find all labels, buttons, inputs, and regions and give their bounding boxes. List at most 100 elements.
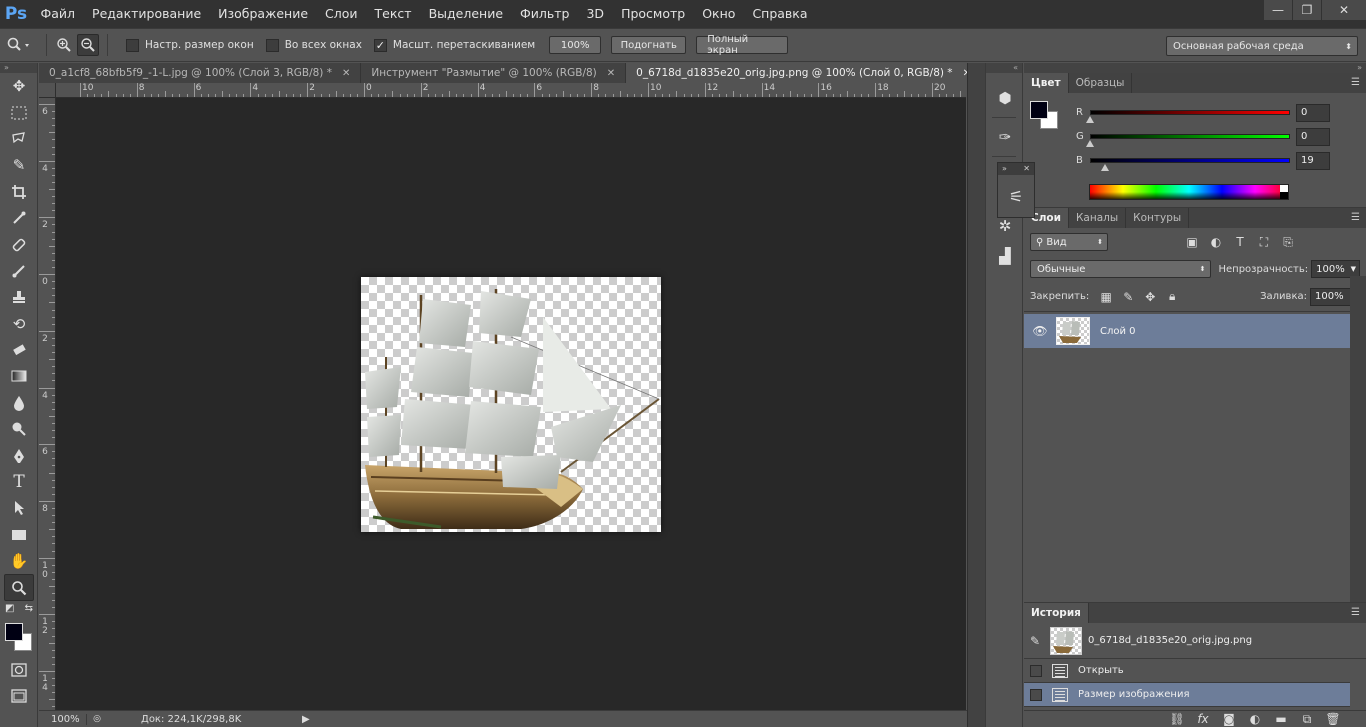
- menu-filter[interactable]: Фильтр: [512, 0, 578, 28]
- menu-view[interactable]: Просмотр: [613, 0, 694, 28]
- actual-pixels-button[interactable]: 100%: [549, 36, 601, 54]
- zoom-tool-preset-picker[interactable]: [0, 29, 40, 61]
- document-tab-active[interactable]: 0_6718d_d1835e20_orig.jpg.png @ 100% (Сл…: [626, 63, 982, 83]
- scrubby-zoom-checkbox[interactable]: ✓ Масшт. перетаскиванием: [374, 39, 535, 52]
- brush-tool-icon[interactable]: [0, 258, 38, 284]
- properties-icon[interactable]: ⚟: [998, 175, 1034, 217]
- collapse-icon[interactable]: »: [0, 63, 37, 73]
- lock-all-icon[interactable]: 🔒︎: [1161, 289, 1183, 304]
- green-value[interactable]: 0: [1296, 128, 1330, 146]
- black-white-swatch[interactable]: [1280, 185, 1288, 199]
- minimize-button[interactable]: —: [1264, 0, 1292, 20]
- history-item[interactable]: Открыть: [1024, 659, 1350, 683]
- move-tool-icon[interactable]: ✥: [0, 73, 38, 99]
- checkmark-icon[interactable]: ✓: [374, 39, 387, 52]
- menu-layer[interactable]: Слои: [317, 0, 367, 28]
- zoom-level[interactable]: 100%: [39, 714, 87, 725]
- marquee-tool-icon[interactable]: [0, 99, 38, 125]
- menu-select[interactable]: Выделение: [420, 0, 511, 28]
- history-source-box[interactable]: [1030, 689, 1042, 701]
- 3d-panel-icon[interactable]: ⬢: [986, 83, 1024, 113]
- swap-colors-icon[interactable]: ⇆: [25, 603, 33, 614]
- menu-3d[interactable]: 3D: [578, 0, 613, 28]
- red-track[interactable]: [1090, 110, 1290, 115]
- healing-brush-tool-icon[interactable]: [0, 231, 38, 257]
- lock-transparency-icon[interactable]: ▦: [1095, 290, 1117, 304]
- blue-track[interactable]: [1090, 158, 1290, 163]
- fill-screen-button[interactable]: Полный экран: [696, 36, 788, 54]
- link-layers-icon[interactable]: ⛓︎: [1164, 712, 1190, 726]
- path-selection-tool-icon[interactable]: [0, 495, 38, 521]
- document-tab[interactable]: 0_a1cf8_68bfb5f9_-1-L.jpg @ 100% (Слой 3…: [39, 63, 361, 83]
- menu-image[interactable]: Изображение: [210, 0, 317, 28]
- tab-channels[interactable]: Каналы: [1069, 208, 1126, 228]
- screen-mode-icon[interactable]: [0, 683, 38, 709]
- panel-menu-icon[interactable]: ☰: [1351, 607, 1360, 618]
- foreground-color-swatch[interactable]: [5, 623, 23, 641]
- crop-tool-icon[interactable]: [0, 179, 38, 205]
- menu-help[interactable]: Справка: [744, 0, 816, 28]
- eraser-tool-icon[interactable]: [0, 337, 38, 363]
- document-canvas[interactable]: [56, 98, 966, 710]
- lock-pixels-icon[interactable]: ✎: [1117, 290, 1139, 304]
- hand-tool-icon[interactable]: ✋: [0, 548, 38, 574]
- eyedropper-tool-icon[interactable]: [0, 205, 38, 231]
- type-tool-icon[interactable]: T: [0, 469, 38, 495]
- document-image[interactable]: [361, 277, 661, 532]
- fit-screen-button[interactable]: Подогнать: [611, 36, 686, 54]
- pixel-filter-icon[interactable]: ▣: [1180, 235, 1204, 250]
- history-brush-source-icon[interactable]: ✎: [1030, 634, 1050, 648]
- new-group-icon[interactable]: ▬: [1268, 712, 1294, 726]
- history-brush-tool-icon[interactable]: ⟲: [0, 311, 38, 337]
- layer-row[interactable]: 👁︎ Слой 0: [1024, 314, 1350, 348]
- histogram-icon[interactable]: ▟: [986, 241, 1024, 271]
- layer-style-icon[interactable]: fx: [1190, 712, 1216, 726]
- tab-paths[interactable]: Контуры: [1126, 208, 1189, 228]
- status-menu-arrow-icon[interactable]: ▶: [302, 714, 310, 725]
- all-windows-checkbox[interactable]: Во всех окнах: [266, 39, 362, 52]
- zoom-in-icon[interactable]: [53, 34, 75, 56]
- layer-filter-select[interactable]: ⚲ Вид ⬍: [1030, 233, 1108, 251]
- menu-edit[interactable]: Редактирование: [84, 0, 210, 28]
- gradient-tool-icon[interactable]: [0, 363, 38, 389]
- tab-swatches[interactable]: Образцы: [1069, 73, 1133, 93]
- red-knob[interactable]: [1086, 116, 1094, 123]
- close-tab-icon[interactable]: ✕: [607, 68, 615, 79]
- red-value[interactable]: 0: [1296, 104, 1330, 122]
- checkbox-box[interactable]: [266, 39, 279, 52]
- status-info-icon[interactable]: ◎: [87, 714, 107, 724]
- workspace-select[interactable]: Основная рабочая среда ⬍: [1166, 36, 1358, 56]
- shape-filter-icon[interactable]: ⛶: [1252, 235, 1276, 250]
- lasso-tool-icon[interactable]: [0, 126, 38, 152]
- pen-tool-icon[interactable]: [0, 442, 38, 468]
- rectangle-tool-icon[interactable]: [0, 522, 38, 548]
- zoom-tool-icon[interactable]: [4, 574, 34, 600]
- history-item-active[interactable]: Размер изображения: [1024, 683, 1350, 707]
- color-spectrum[interactable]: [1089, 184, 1289, 200]
- green-track[interactable]: [1090, 134, 1290, 139]
- blend-mode-select[interactable]: Обычные ⬍: [1030, 260, 1211, 278]
- panel-menu-icon[interactable]: ☰: [1351, 212, 1360, 223]
- brush-presets-icon[interactable]: ✑: [986, 122, 1024, 152]
- blur-tool-icon[interactable]: [0, 390, 38, 416]
- ruler-origin[interactable]: [39, 83, 56, 98]
- tab-color[interactable]: Цвет: [1024, 73, 1069, 93]
- dodge-tool-icon[interactable]: [0, 416, 38, 442]
- panel-menu-icon[interactable]: ☰: [1351, 77, 1360, 88]
- document-tab[interactable]: Инструмент "Размытие" @ 100% (RGB/8) ✕: [361, 63, 626, 83]
- menu-file[interactable]: Файл: [32, 0, 84, 28]
- history-snapshot[interactable]: ✎ 0_6718d_d1835e20_orig.jpg.png: [1024, 623, 1366, 659]
- resize-windows-checkbox[interactable]: Настр. размер окон: [126, 39, 254, 52]
- red-slider[interactable]: R 0: [1076, 107, 1366, 123]
- expand-icon[interactable]: »: [1002, 163, 1007, 175]
- adjustment-layer-icon[interactable]: ◐: [1242, 712, 1268, 726]
- visibility-eye-icon[interactable]: 👁︎: [1024, 324, 1056, 338]
- quick-selection-tool-icon[interactable]: ✎: [0, 152, 38, 178]
- close-tab-icon[interactable]: ✕: [342, 68, 350, 79]
- canvas-scrollbar[interactable]: [967, 63, 985, 727]
- type-filter-icon[interactable]: T: [1228, 235, 1252, 250]
- restore-button[interactable]: ❐: [1293, 0, 1321, 20]
- lock-position-icon[interactable]: ✥: [1139, 290, 1161, 304]
- vertical-ruler[interactable]: 64202468101214: [39, 98, 56, 710]
- checkbox-box[interactable]: [126, 39, 139, 52]
